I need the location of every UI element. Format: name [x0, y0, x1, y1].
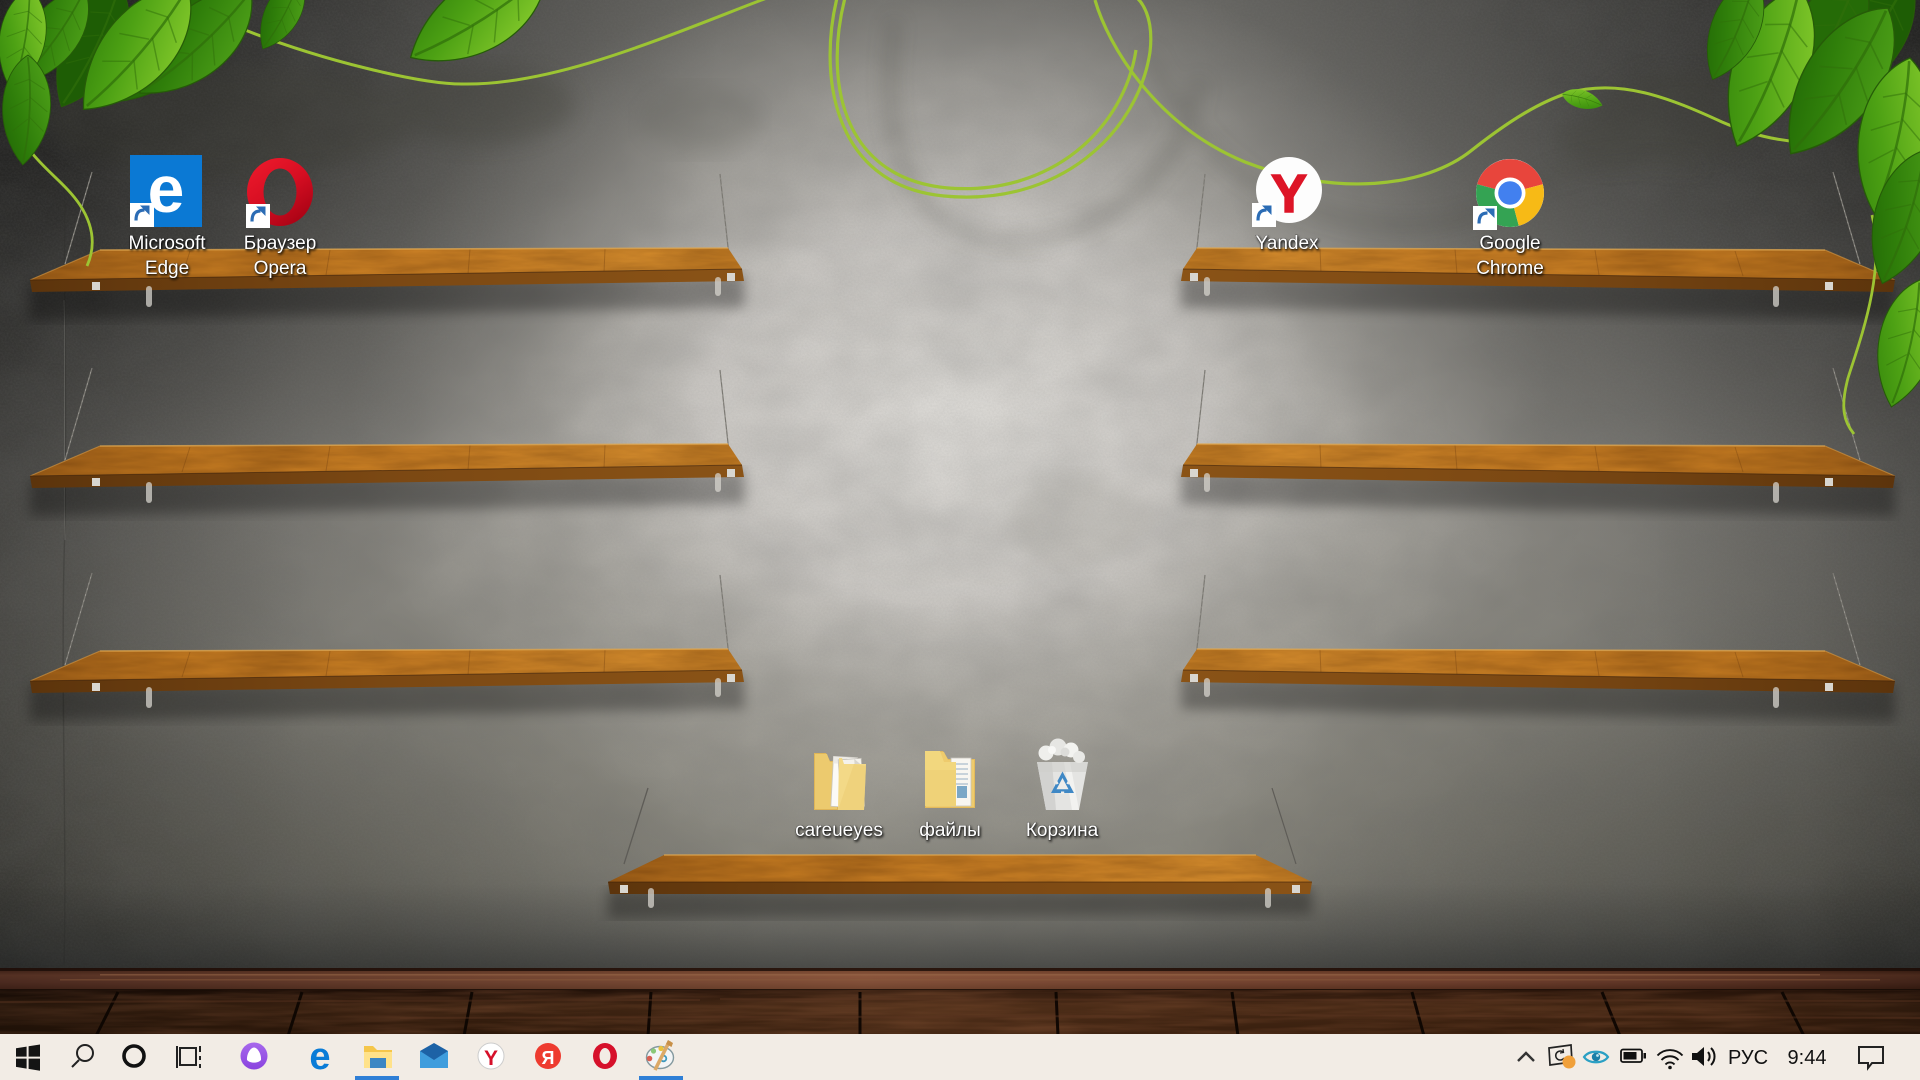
svg-text:careueyes: careueyes — [795, 820, 883, 841]
svg-text:Yandex: Yandex — [1255, 233, 1319, 254]
svg-text:Chrome: Chrome — [1476, 258, 1544, 279]
svg-text:Google: Google — [1479, 233, 1540, 254]
svg-text:9:44: 9:44 — [1788, 1047, 1827, 1069]
svg-text:Microsoft: Microsoft — [128, 233, 206, 254]
svg-text:Браузер: Браузер — [244, 233, 317, 254]
svg-text:РУС: РУС — [1728, 1047, 1768, 1069]
svg-text:Я: Я — [542, 1048, 555, 1068]
svg-text:e: e — [309, 1036, 330, 1078]
svg-text:Y: Y — [484, 1047, 498, 1070]
svg-text:файлы: файлы — [919, 820, 981, 841]
svg-text:Edge: Edge — [145, 258, 189, 279]
svg-text:Y: Y — [1271, 164, 1307, 224]
svg-text:Opera: Opera — [254, 258, 307, 279]
svg-text:Корзина: Корзина — [1026, 820, 1099, 841]
